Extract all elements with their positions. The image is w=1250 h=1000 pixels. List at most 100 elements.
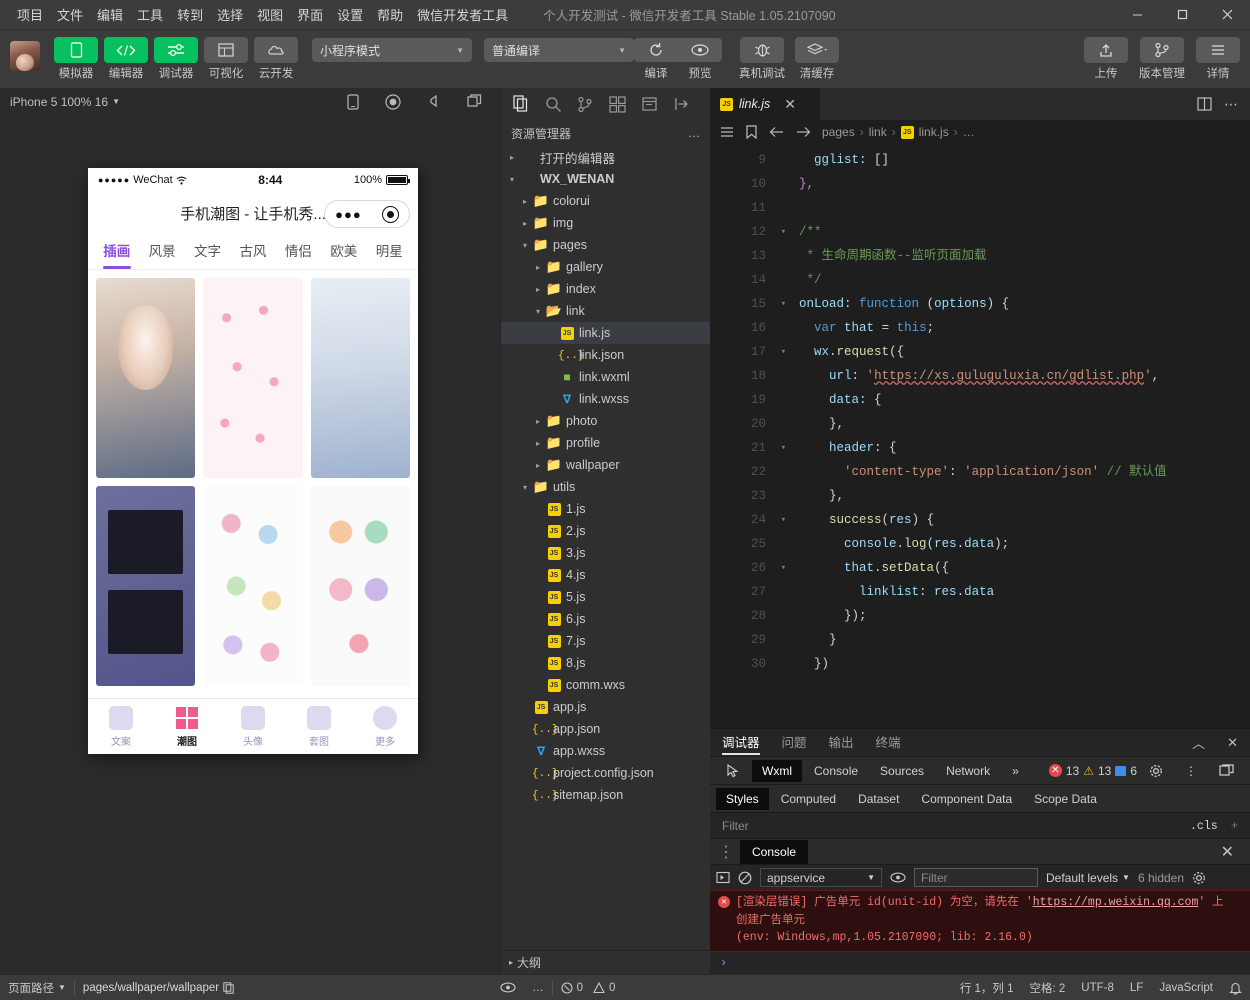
bottom-tab-taotu[interactable]: 套图 (286, 705, 352, 748)
twisty-icon[interactable]: ▸ (531, 417, 545, 426)
back-icon[interactable] (769, 126, 784, 138)
breadcrumb-item-pages[interactable]: pages (822, 125, 855, 139)
clear-cache-button[interactable]: 清缓存 (792, 35, 842, 81)
grid-item-gradient[interactable] (310, 278, 410, 478)
twisty-icon[interactable]: ▾ (531, 307, 545, 316)
details-button[interactable]: 详情 (1194, 35, 1242, 81)
upload-button[interactable]: 上传 (1082, 35, 1130, 81)
file-tree-item-wx_wenan[interactable]: ▾ WX_WENAN (501, 168, 710, 190)
breadcrumb-item-ellipsis[interactable]: … (963, 125, 975, 139)
chevron-down-icon[interactable]: ▼ (112, 97, 120, 106)
clear-console-icon[interactable] (738, 871, 752, 885)
console-error-message[interactable]: ✕ [渲染层错误] 广告单元 id(unit-id) 为空，请先在 'https… (710, 890, 1250, 952)
inspector-tab-console[interactable]: Console (804, 760, 868, 782)
bottom-tab-wenan[interactable]: 文案 (88, 705, 154, 748)
maximize-button[interactable] (1160, 0, 1205, 30)
cls-button[interactable]: .cls (1190, 820, 1218, 833)
cloud-toggle-button[interactable]: 云开发 (252, 35, 300, 81)
version-control-button[interactable]: 版本管理 (1134, 35, 1190, 81)
code-line[interactable]: }) (784, 652, 1250, 676)
inspector-tabs-overflow[interactable]: » (1002, 760, 1029, 782)
minimize-button[interactable] (1115, 0, 1160, 30)
error-link[interactable]: https://mp.weixin.qq.com (1033, 896, 1199, 909)
menu-item-9[interactable]: 帮助 (370, 1, 410, 28)
file-tree-item-link-js[interactable]: JS link.js (501, 322, 710, 344)
code-line[interactable]: wx.request({ (784, 340, 1250, 364)
breadcrumb-item-link[interactable]: link (869, 125, 887, 139)
file-tree-item-8-js[interactable]: JS 8.js (501, 652, 710, 674)
twisty-icon[interactable]: ▾ (518, 483, 532, 492)
console-filter-input[interactable]: Filter (914, 868, 1038, 888)
console-context-select[interactable]: appservice ▼ (760, 868, 882, 888)
file-tree-item-1-js[interactable]: JS 1.js (501, 498, 710, 520)
language-mode[interactable]: JavaScript (1151, 975, 1221, 1000)
styles-tab-scope-data[interactable]: Scope Data (1024, 788, 1107, 810)
code-line[interactable]: onLoad: function (options) { (784, 292, 1250, 316)
file-tree-item-app-js[interactable]: JS app.js (501, 696, 710, 718)
grid-item-sticker[interactable] (310, 486, 410, 686)
styles-filter-input[interactable]: Filter (722, 819, 749, 833)
panel-tab-debugger[interactable]: 调试器 (722, 729, 760, 757)
code-line[interactable]: */ (784, 268, 1250, 292)
panel-tab-terminal[interactable]: 终端 (876, 729, 901, 757)
menu-item-4[interactable]: 转到 (170, 1, 210, 28)
twisty-icon[interactable]: ▸ (505, 153, 519, 162)
file-tree-item-5-js[interactable]: JS 5.js (501, 586, 710, 608)
code-lines[interactable]: gglist: [] }, /** * 生命周期函数--监听页面加载 */ on… (772, 144, 1250, 728)
code-line[interactable] (784, 196, 1250, 220)
file-tree-item-app-json[interactable]: {..} app.json (501, 718, 710, 740)
category-tab-0[interactable]: 插画 (94, 234, 139, 270)
volume-icon[interactable] (427, 94, 441, 110)
console-gear-icon[interactable] (1192, 871, 1206, 885)
category-tab-4[interactable]: 情侣 (276, 234, 321, 270)
search-icon[interactable] (539, 91, 567, 117)
bell-icon[interactable] (1221, 975, 1250, 1000)
capsule-close-icon[interactable] (381, 205, 399, 223)
code-line[interactable]: url: 'https://xs.guluguluxia.cn/gdlist.p… (784, 364, 1250, 388)
category-tab-5[interactable]: 欧美 (321, 234, 366, 270)
file-tree-item-3-js[interactable]: JS 3.js (501, 542, 710, 564)
file-tree-item-link[interactable]: ▾ 📂 link (501, 300, 710, 322)
file-tree-item-app-wxss[interactable]: ∇ app.wxss (501, 740, 710, 762)
category-tab-2[interactable]: 文字 (185, 234, 230, 270)
preview-button[interactable]: 预览 (678, 38, 722, 81)
outline-icon[interactable] (720, 126, 734, 138)
file-tree-item-sitemap-json[interactable]: {..} sitemap.json (501, 784, 710, 806)
inspector-tab-network[interactable]: Network (936, 760, 1000, 782)
file-tree-item-colorui[interactable]: ▸ 📁 colorui (501, 190, 710, 212)
code-line[interactable]: }); (784, 604, 1250, 628)
device-debug-button[interactable]: 真机调试 (734, 35, 790, 81)
file-tree-item-link-wxml[interactable]: ■ link.wxml (501, 366, 710, 388)
grid-item-doodle[interactable] (203, 486, 303, 686)
cursor-position[interactable]: 行 1，列 1 (952, 975, 1022, 1000)
simulator-toggle-button[interactable]: 模拟器 (52, 35, 100, 81)
bottom-tab-touxiang[interactable]: 头像 (220, 705, 286, 748)
file-tree-item-link-json[interactable]: {..} link.json (501, 344, 710, 366)
twisty-icon[interactable]: ▸ (531, 439, 545, 448)
code-line[interactable]: header: { (784, 436, 1250, 460)
compile-button[interactable]: 编译 (634, 38, 678, 81)
split-editor-icon[interactable] (1197, 97, 1212, 111)
twisty-icon[interactable]: ▸ (531, 263, 545, 272)
file-tree-item-wallpaper[interactable]: ▸ 📁 wallpaper (501, 454, 710, 476)
bottom-tab-more[interactable]: 更多 (352, 705, 418, 748)
rotate-icon[interactable] (347, 93, 359, 110)
console-eye-icon[interactable] (890, 872, 906, 883)
mode-select[interactable]: 小程序模式 ▼ (312, 38, 472, 62)
fold-toggle-icon[interactable]: ▾ (774, 220, 786, 244)
page-path-value-group[interactable]: pages/wallpaper/wallpaper (75, 975, 242, 1000)
files-icon[interactable] (507, 91, 535, 117)
code-line[interactable]: that.setData({ (784, 556, 1250, 580)
source-control-icon[interactable] (571, 91, 599, 117)
code-line[interactable]: linklist: res.data (784, 580, 1250, 604)
close-button[interactable] (1205, 0, 1250, 30)
grid-item-anime[interactable] (96, 278, 196, 478)
twisty-icon[interactable]: ▸ (518, 219, 532, 228)
debug-icon[interactable] (635, 91, 663, 117)
compile-select[interactable]: 普通编译 ▼ (484, 38, 634, 62)
visual-toggle-button[interactable]: 可视化 (202, 35, 250, 81)
code-editor[interactable]: 9 10 11 12 ▾ 13 14 15 ▾ 16 17 ▾ 18 19 20 21 ▾ 22 23 24 ▾ 25 26… (710, 144, 1250, 729)
twisty-icon[interactable]: ▸ (531, 461, 545, 470)
code-line[interactable]: console.log(res.data); (784, 532, 1250, 556)
file-tree-item-photo[interactable]: ▸ 📁 photo (501, 410, 710, 432)
